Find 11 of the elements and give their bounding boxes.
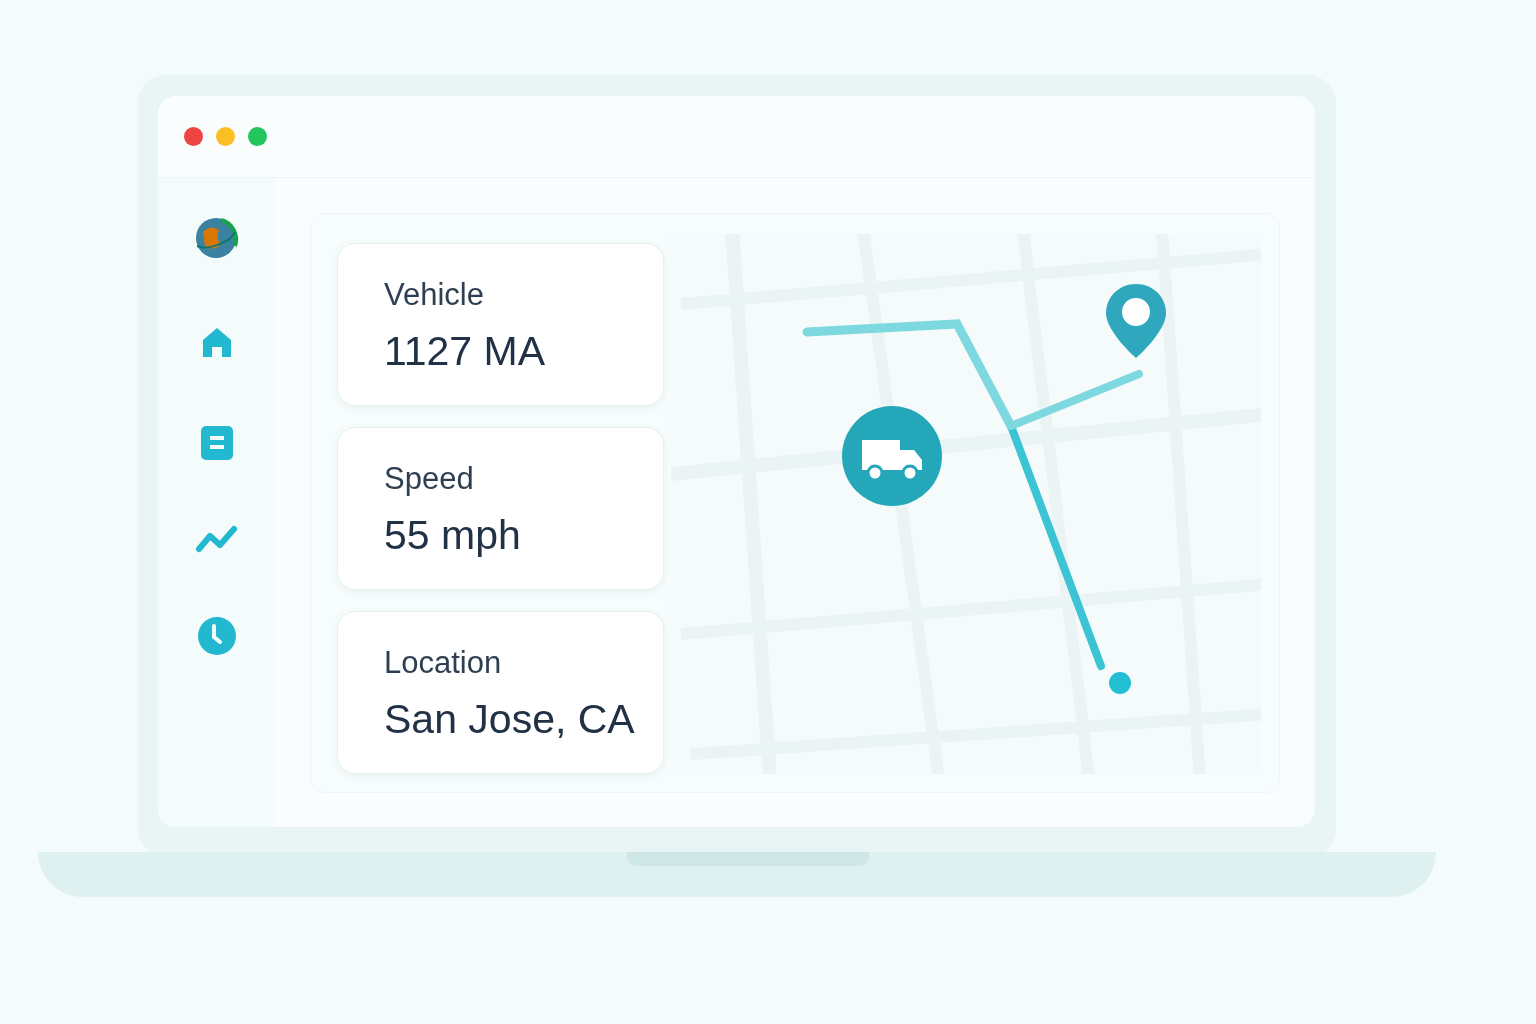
trend-line-icon[interactable] bbox=[195, 524, 238, 554]
card-value: 55 mph bbox=[384, 511, 522, 560]
card-value: 1127 MA bbox=[384, 327, 547, 376]
location-pin-icon bbox=[1104, 282, 1168, 360]
document-icon[interactable] bbox=[198, 424, 235, 462]
clock-icon[interactable] bbox=[196, 616, 237, 656]
card-label: Speed bbox=[384, 460, 475, 498]
card-label: Location bbox=[384, 644, 503, 682]
card-label: Vehicle bbox=[384, 276, 485, 314]
card-value: San Jose, CA bbox=[384, 695, 636, 744]
truck-marker-icon bbox=[842, 406, 942, 506]
